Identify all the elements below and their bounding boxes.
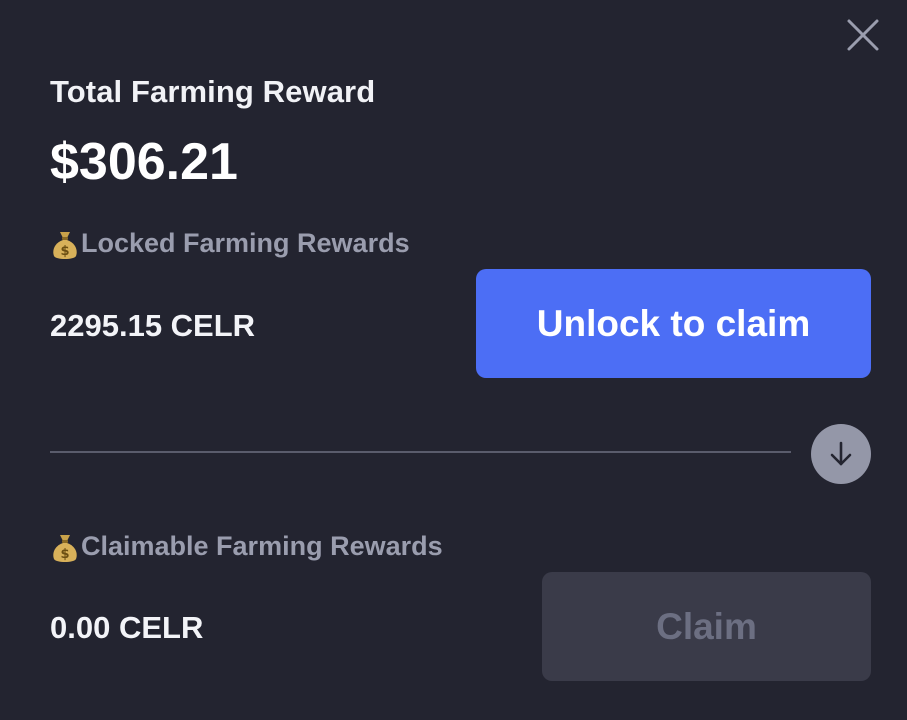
unlock-to-claim-button[interactable]: Unlock to claim <box>476 269 871 378</box>
modal-title: Total Farming Reward <box>50 74 376 109</box>
svg-text:$: $ <box>60 547 69 562</box>
claimable-rewards-label-text: Claimable Farming Rewards <box>81 531 443 561</box>
total-reward-amount: $306.21 <box>50 133 238 191</box>
locked-rewards-value: 2295.15 CELR <box>50 308 256 343</box>
arrow-down-icon <box>811 424 871 484</box>
farming-reward-modal: Total Farming Reward $306.21 $ Locked Fa… <box>0 0 907 720</box>
close-icon[interactable] <box>844 16 882 54</box>
claimable-rewards-label: $ Claimable Farming Rewards <box>50 531 443 562</box>
svg-text:$: $ <box>60 244 69 259</box>
claimable-rewards-value: 0.00 CELR <box>50 610 204 645</box>
money-bag-icon: $ <box>50 229 80 259</box>
divider <box>50 451 791 453</box>
locked-rewards-label-text: Locked Farming Rewards <box>81 228 410 258</box>
money-bag-icon: $ <box>50 532 80 562</box>
claim-button[interactable]: Claim <box>542 572 871 681</box>
locked-rewards-label: $ Locked Farming Rewards <box>50 228 410 259</box>
